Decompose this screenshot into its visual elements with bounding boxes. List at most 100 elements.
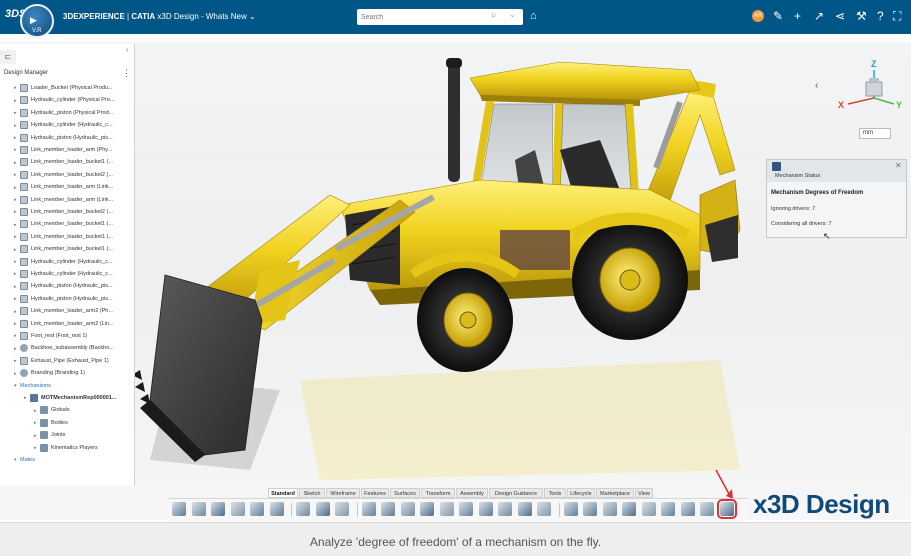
assembly-icon[interactable] — [381, 502, 395, 516]
snapshot-icon[interactable] — [250, 502, 264, 516]
compass-icon[interactable] — [622, 502, 636, 516]
tree-row[interactable]: ▸ Joints — [34, 429, 65, 441]
tree-row[interactable]: ▸ Link_member_loader_bucket2 (... — [14, 206, 113, 218]
prod-icon — [20, 332, 28, 340]
axis-compass[interactable]: Z X Y — [836, 58, 908, 120]
tree-row-label: Branding (Branding 1) — [31, 370, 85, 377]
prod-icon — [20, 270, 28, 278]
interference-icon[interactable] — [700, 502, 714, 516]
collapse-panel-icon[interactable]: ‹ — [126, 45, 129, 54]
tree-row[interactable]: ▸ MOTMechanismRep000001... — [24, 392, 117, 404]
save-icon[interactable] — [211, 502, 225, 516]
x3d-design-brand: x3D Design — [753, 489, 890, 519]
pattern-icon[interactable] — [420, 502, 434, 516]
explode-icon[interactable] — [439, 502, 454, 516]
prod-icon — [20, 133, 28, 142]
settings-icon[interactable] — [269, 502, 284, 516]
tree-row-label: Link_member_loader_bucket2 (... — [31, 171, 113, 178]
tab-marketplace[interactable]: Marketplace — [596, 488, 634, 498]
tab-assembly[interactable]: Assembly — [456, 488, 488, 498]
tree-row-label: Link_member_loader_bucket1 (... — [31, 159, 113, 166]
tab-lifecycle[interactable]: Lifecycle — [567, 488, 595, 498]
mechanism-status-icon[interactable] — [716, 499, 737, 519]
prod-icon — [20, 170, 28, 179]
backhoe-loader-model[interactable] — [0, 0, 911, 555]
redo-icon[interactable] — [315, 502, 330, 516]
tree-row[interactable]: ▸ Link_member_loader_arm2 (Lin... — [14, 318, 114, 330]
tree-row[interactable]: ▸ Link_member_loader_bucket2 (... — [14, 169, 113, 181]
link-icon[interactable] — [498, 502, 512, 516]
tab-view[interactable]: View — [635, 488, 653, 498]
mechanism-icon — [772, 162, 781, 171]
tab-tools[interactable]: Tools — [544, 488, 566, 498]
tree-row-label: Exhaust_Pipe (Exhaust_Pipe 1) — [31, 357, 109, 364]
pan-icon[interactable] — [191, 502, 206, 516]
tree-row-label: Hydraulic_cylinder (Hydraulic_c... — [31, 122, 113, 129]
tree-row[interactable]: ▸ Globals — [34, 404, 70, 416]
tab-standard[interactable]: Standard — [268, 488, 298, 498]
mate-icon[interactable] — [400, 502, 415, 516]
tree-row-label: Link_member_loader_arm2 (Lin... — [31, 320, 114, 327]
properties-icon[interactable] — [230, 502, 245, 516]
section-icon[interactable] — [563, 502, 578, 516]
tree-row-label: Link_member_loader_arm2 (Ph... — [31, 308, 113, 315]
tree-row[interactable]: ▸ Link_member_loader_arm (Phy... — [14, 144, 112, 156]
export-icon[interactable] — [680, 502, 695, 516]
tree-row[interactable]: ▸ Loader_Bucket (Physical Produ... — [14, 82, 113, 94]
tab-sketch[interactable]: Sketch — [299, 488, 325, 498]
prod-icon — [20, 84, 28, 92]
tree-row[interactable]: ▸ Branding (Branding 1) — [14, 367, 85, 379]
tree-row[interactable]: ▸ Link_member_loader_bucket1 (... — [14, 218, 113, 230]
tree-row[interactable]: ▸ Hydraulic_cylinder (Hydraulic_c... — [14, 268, 113, 280]
engineering-icon[interactable] — [537, 502, 551, 516]
tree-row[interactable]: ▸ Link_member_loader_arm (Link... — [14, 181, 113, 193]
tree-row[interactable]: ▸ Exhaust_Pipe (Exhaust_Pipe 1) — [14, 355, 109, 367]
tab-surfaces[interactable]: Surfaces — [390, 488, 420, 498]
render-icon[interactable] — [583, 502, 597, 516]
tree-row-label: Hydraulic_piston (Hydraulic_pis... — [31, 134, 113, 141]
tab-transform[interactable]: Transform — [421, 488, 455, 498]
tree-row-label: Hydraulic_cylinder (Hydraulic_c... — [31, 271, 113, 277]
tree-row[interactable]: ▸ Link_member_loader_bucket1 (... — [14, 243, 113, 255]
panel-header[interactable]: ✕ Mechanism Status — [767, 160, 906, 182]
tree-row[interactable]: ▸ Hydraulic_piston (Hydraulic_pis... — [14, 280, 113, 292]
folder-icon — [40, 431, 48, 440]
tree-row[interactable]: ▸ Hydraulic_piston (Hydraulic_pis... — [14, 293, 113, 305]
tab-design-guidance[interactable]: Design Guidance — [489, 488, 543, 498]
units-selector[interactable]: mm — [859, 128, 891, 139]
tree-row[interactable]: ▸ Kinematics Players — [34, 442, 98, 454]
view-icon[interactable] — [602, 502, 617, 516]
joint-icon[interactable] — [459, 502, 473, 516]
tree-row[interactable]: ▸ Link_member_loader_bucket1 (... — [14, 156, 113, 168]
tab-wireframe[interactable]: Wireframe — [326, 488, 360, 498]
tree-row[interactable]: ▸ Backhoe_subassembly (Backho... — [14, 342, 114, 354]
simulate-icon[interactable] — [661, 502, 675, 516]
tab-features[interactable]: Features — [361, 488, 389, 498]
tree-row[interactable]: ▸ Hydraulic_piston (Hydraulic_pis... — [14, 132, 113, 144]
caption-text: Analyze 'degree of freedom' of a mechani… — [309, 535, 602, 549]
tree-row[interactable]: ▸ Hydraulic_piston (Physical Prod... — [14, 107, 113, 119]
tree-row[interactable]: ▾ Mechanisms — [14, 380, 51, 392]
play-icon[interactable] — [641, 502, 656, 516]
undo-icon[interactable] — [296, 502, 310, 516]
close-icon[interactable]: ✕ — [895, 161, 902, 170]
gear-icon[interactable] — [478, 502, 493, 516]
coupling-icon[interactable] — [517, 502, 532, 516]
prod-icon — [20, 96, 28, 105]
tree-tab[interactable]: ⊏ — [0, 50, 16, 64]
gear-icon — [20, 369, 28, 378]
help-icon[interactable] — [335, 502, 349, 516]
select-icon[interactable] — [172, 502, 186, 516]
tree-row[interactable]: ▸ Hydraulic_cylinder (Physical Pro... — [14, 94, 114, 106]
tree-row[interactable]: ▸ Hydraulic_cylinder (Hydraulic_c... — [14, 119, 113, 131]
tree-menu-icon[interactable]: ⋮ — [122, 68, 131, 79]
tree-row[interactable]: ▸ Foot_rest (Foot_rest 1) — [14, 330, 87, 342]
tree-row[interactable]: ▸ Link_member_loader_arm2 (Ph... — [14, 305, 113, 317]
measure-icon[interactable] — [361, 502, 376, 516]
tree-row[interactable]: ▸ Bodies — [34, 417, 68, 429]
tree-row[interactable]: ▾ Mates — [14, 454, 35, 466]
view-prev-arrow-icon[interactable]: ‹ — [815, 80, 818, 91]
tree-row[interactable]: ▸ Link_member_loader_arm (Link... — [14, 194, 113, 206]
tree-row[interactable]: ▸ Link_member_loader_bucket1 (... — [14, 231, 113, 243]
tree-row[interactable]: ▸ Hydraulic_cylinder (Hydraulic_c... — [14, 256, 113, 268]
